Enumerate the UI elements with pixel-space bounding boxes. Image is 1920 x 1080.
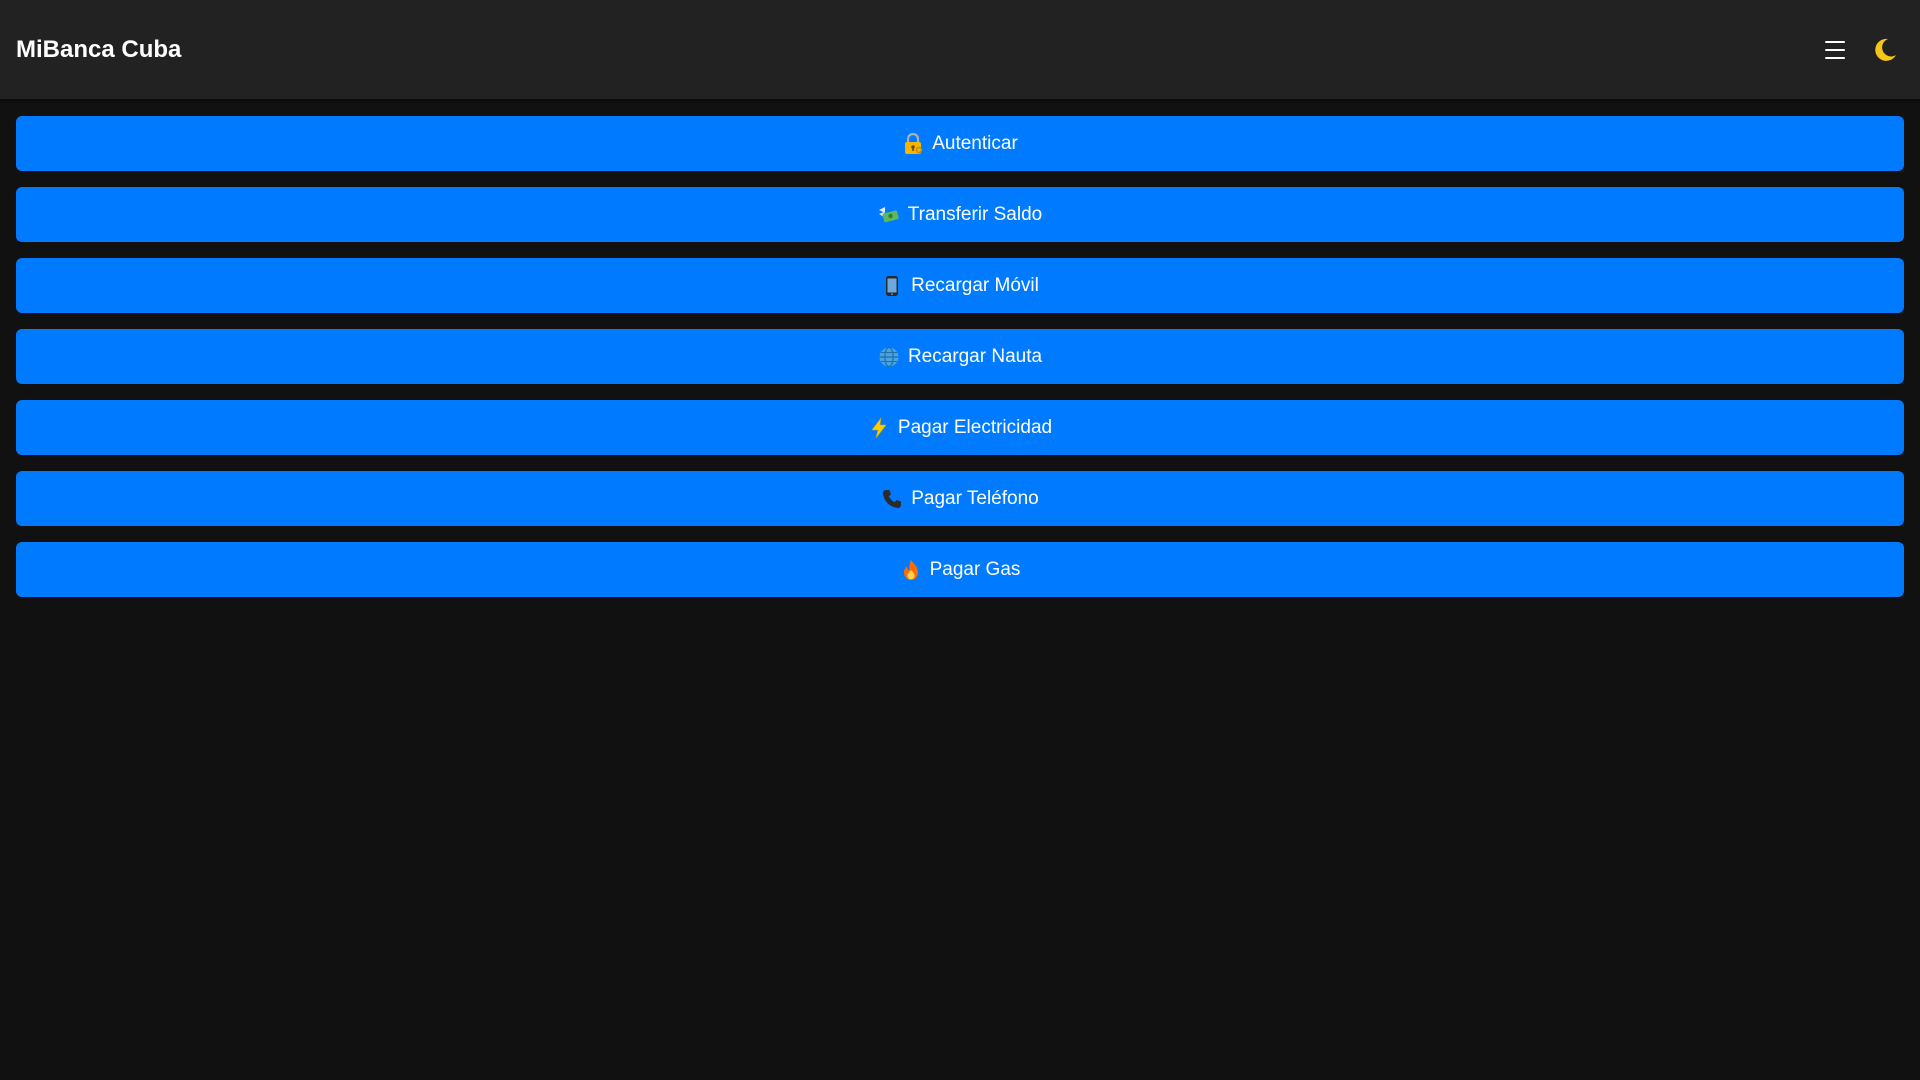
pagar-gas-button[interactable]: Pagar Gas <box>16 542 1904 597</box>
globe-icon <box>878 346 900 368</box>
hamburger-menu-icon <box>1825 40 1845 59</box>
mobile-phone-icon <box>881 275 903 297</box>
transferir-saldo-button[interactable]: Transferir Saldo <box>16 187 1904 242</box>
theme-toggle-button[interactable] <box>1870 35 1900 65</box>
menu-button[interactable] <box>1820 35 1850 65</box>
recargar-movil-button[interactable]: Recargar Móvil <box>16 258 1904 313</box>
recargar-nauta-label: Recargar Nauta <box>907 345 1043 367</box>
fire-icon <box>900 559 922 581</box>
header-actions <box>1820 35 1904 65</box>
pagar-electricidad-button[interactable]: Pagar Electricidad <box>16 400 1904 455</box>
pagar-electricidad-label: Pagar Electricidad <box>897 416 1053 438</box>
lock-with-key-icon <box>902 132 924 155</box>
pagar-gas-label: Pagar Gas <box>929 558 1021 580</box>
autenticar-label: Autenticar <box>932 132 1018 154</box>
app-title: MiBanca Cuba <box>16 35 182 63</box>
money-with-wings-icon <box>878 204 900 226</box>
transferir-saldo-label: Transferir Saldo <box>907 203 1043 225</box>
autenticar-button[interactable]: Autenticar <box>16 116 1904 171</box>
pagar-telefono-label: Pagar Teléfono <box>911 487 1039 509</box>
recargar-nauta-button[interactable]: Recargar Nauta <box>16 329 1904 384</box>
actions-list: Autenticar Transferir Saldo Recargar Móv… <box>16 116 1904 597</box>
app-header: MiBanca Cuba <box>0 0 1920 99</box>
recargar-movil-label: Recargar Móvil <box>911 274 1039 296</box>
telephone-receiver-icon <box>881 488 903 510</box>
lightning-icon <box>868 417 890 439</box>
crescent-moon-icon <box>1875 38 1896 61</box>
pagar-telefono-button[interactable]: Pagar Teléfono <box>16 471 1904 526</box>
